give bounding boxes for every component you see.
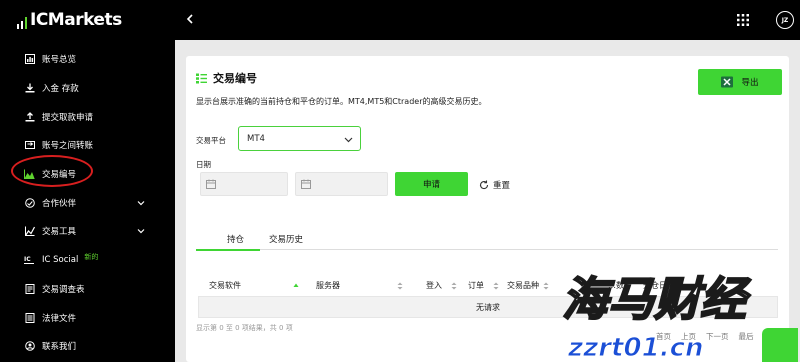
logo-text: ICMarkets — [30, 10, 122, 30]
pagination-next[interactable]: 下一页 — [706, 331, 729, 342]
svg-text:IC: IC — [24, 256, 31, 263]
sidebar-item-label: 提交取款申请 — [42, 112, 94, 123]
table-empty-row: 无请求 — [198, 296, 778, 318]
page-description: 显示台展示准确的当前持仓和平仓的订单。MT4,MT5和Ctrader的高级交易历… — [196, 97, 487, 106]
sidebar-item-label: 账号总览 — [42, 55, 77, 66]
sidebar-item-contact[interactable]: 联系我们 — [0, 332, 175, 361]
pagination: 首页 上页 下一页 最后 — [656, 331, 754, 342]
deposit-icon — [24, 83, 35, 94]
sidebar-item-label: 交易调查表 — [42, 284, 85, 295]
table-info-text: 显示第 0 至 0 项结果，共 0 项 — [196, 324, 293, 332]
reset-label: 重置 — [493, 181, 511, 191]
topbar: JZ — [175, 0, 800, 40]
tab-trade-history[interactable]: 交易历史 — [269, 233, 303, 245]
sidebar: ICMarkets 账号总览 入金 存款 提交取款申请 账号之间转账 交易编号 … — [0, 0, 175, 362]
page-title: 交易编号 — [213, 72, 257, 85]
pagination-first[interactable]: 首页 — [656, 331, 671, 342]
back-chevron-icon[interactable] — [183, 12, 197, 26]
sort-icon — [543, 282, 549, 289]
survey-icon — [24, 283, 35, 294]
sidebar-item-label: IC Social — [42, 255, 79, 266]
ic-markets-logo[interactable]: ICMarkets — [17, 12, 122, 29]
sidebar-item-legal-docs[interactable]: 法律文件 — [0, 303, 175, 332]
chevron-down-icon — [344, 137, 353, 143]
excel-icon — [721, 76, 734, 88]
sidebar-item-deposit[interactable]: 入金 存款 — [0, 74, 175, 103]
column-header-order[interactable]: 订单 — [468, 280, 499, 291]
sidebar-item-partners[interactable]: 合作伙伴 — [0, 188, 175, 217]
sidebar-item-account-overview[interactable]: 账号总览 — [0, 45, 175, 74]
sidebar-item-label: 联系我们 — [42, 342, 77, 353]
account-overview-icon — [24, 54, 35, 65]
chevron-down-icon — [137, 200, 145, 206]
platform-label: 交易平台 — [196, 136, 226, 145]
export-label: 导出 — [741, 78, 759, 88]
apps-grid-icon[interactable] — [737, 14, 749, 26]
calendar-icon — [206, 179, 216, 189]
sort-asc-icon — [293, 283, 299, 287]
sidebar-item-label: 合作伙伴 — [42, 198, 77, 209]
pagination-last[interactable]: 最后 — [739, 331, 754, 342]
pagination-previous[interactable]: 上页 — [681, 331, 696, 342]
logo-bars-icon — [17, 15, 27, 29]
column-header-login[interactable]: 登入 — [426, 280, 457, 291]
page-title-row: 交易编号 — [196, 70, 257, 86]
transfer-icon — [24, 140, 35, 151]
active-tab-indicator — [196, 249, 260, 251]
sidebar-item-label: 入金 存款 — [42, 84, 79, 95]
withdraw-icon — [24, 111, 35, 122]
table-header: 交易软件 服务器 登入 订单 交易品种 …数 开仓日期 — [198, 278, 778, 296]
sidebar-item-ic-social[interactable]: IC IC Social 新的 — [0, 246, 175, 275]
list-icon — [196, 73, 207, 83]
column-header-platform[interactable]: 交易软件 — [209, 280, 299, 291]
sidebar-item-survey[interactable]: 交易调查表 — [0, 275, 175, 304]
trade-history-card: 交易编号 显示台展示准确的当前持仓和平仓的订单。MT4,MT5和Ctrader的… — [186, 56, 789, 362]
platform-value: MT4 — [247, 133, 265, 144]
sidebar-item-trading-tools[interactable]: 交易工具 — [0, 217, 175, 246]
column-header-open-date[interactable]: 开仓日期 — [643, 280, 675, 291]
chevron-down-icon — [137, 229, 145, 234]
column-header-volume[interactable]: …数 — [608, 280, 624, 291]
column-header-symbol[interactable]: 交易品种 — [507, 280, 549, 291]
calendar-icon — [301, 179, 311, 189]
sidebar-item-transfer[interactable]: 账号之间转账 — [0, 131, 175, 160]
contact-icon — [24, 341, 35, 352]
sidebar-item-label: 交易工具 — [42, 227, 77, 238]
platform-select[interactable]: MT4 — [238, 126, 361, 151]
partners-icon — [24, 197, 35, 208]
new-badge: 新的 — [84, 253, 99, 262]
sort-icon — [451, 282, 457, 289]
date-label: 日期 — [196, 160, 211, 169]
user-avatar[interactable]: JZ — [776, 11, 794, 29]
ic-social-icon: IC — [24, 255, 35, 266]
chat-button[interactable] — [762, 328, 798, 362]
start-date-field[interactable] — [200, 172, 288, 196]
sidebar-item-label: 账号之间转账 — [42, 141, 94, 152]
sidebar-item-withdraw[interactable]: 提交取款申请 — [0, 102, 175, 131]
sort-icon — [493, 282, 499, 289]
column-header-server[interactable]: 服务器 — [316, 280, 403, 291]
export-button[interactable]: 导出 — [698, 69, 782, 95]
sidebar-nav: 账号总览 入金 存款 提交取款申请 账号之间转账 交易编号 合作伙伴 交易工具 — [0, 45, 175, 361]
refresh-icon — [479, 180, 489, 190]
legal-docs-icon — [24, 312, 35, 323]
sort-icon — [397, 282, 403, 289]
red-highlight-circle — [11, 155, 93, 187]
trading-tools-icon — [24, 226, 35, 237]
sidebar-item-label: 法律文件 — [42, 313, 77, 324]
tabs-bar: 持仓 交易历史 — [196, 230, 778, 250]
end-date-field[interactable] — [295, 172, 388, 196]
apply-button[interactable]: 申请 — [395, 172, 468, 196]
tab-positions[interactable]: 持仓 — [227, 233, 244, 245]
main-content: 交易编号 显示台展示准确的当前持仓和平仓的订单。MT4,MT5和Ctrader的… — [175, 40, 800, 362]
reset-button[interactable]: 重置 — [479, 179, 510, 191]
